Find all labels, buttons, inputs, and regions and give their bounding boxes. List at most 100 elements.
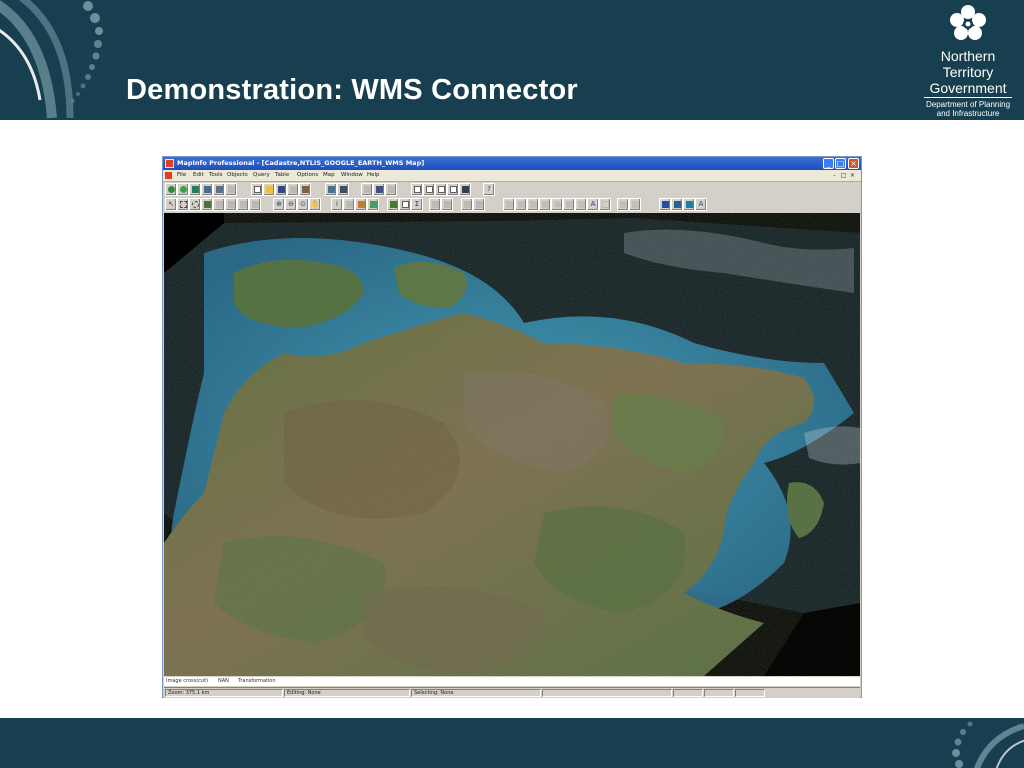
polygon-button[interactable] bbox=[539, 198, 551, 211]
menu-options[interactable]: Options bbox=[297, 171, 318, 180]
window-list-button[interactable] bbox=[447, 183, 459, 196]
menu-file[interactable]: File bbox=[177, 171, 186, 180]
status-editing[interactable]: Editing: None bbox=[284, 689, 410, 697]
line-style-button[interactable] bbox=[671, 198, 683, 211]
rounded-rect-icon bbox=[578, 201, 585, 208]
label-button[interactable] bbox=[355, 198, 367, 211]
info-button[interactable]: i bbox=[331, 198, 343, 211]
sum-button[interactable]: Σ bbox=[411, 198, 423, 211]
status-segment-b bbox=[704, 689, 734, 697]
logo-line-territory: Territory bbox=[942, 64, 994, 80]
polygon-select-icon bbox=[204, 201, 211, 208]
mdi-close-button[interactable]: × bbox=[849, 172, 856, 179]
invert-select-icon bbox=[240, 201, 247, 208]
open-icon bbox=[266, 186, 273, 193]
open-table-button[interactable] bbox=[165, 183, 177, 196]
mapinfo-app-icon bbox=[165, 159, 174, 168]
window-titlebar[interactable]: MapInfo Professional - [Cadastre,NTLIS_G… bbox=[163, 157, 861, 170]
marquee-select-button[interactable] bbox=[177, 198, 189, 211]
mdi-minimize-button[interactable]: - bbox=[831, 172, 838, 179]
arc-button[interactable] bbox=[527, 198, 539, 211]
line-button[interactable] bbox=[503, 198, 515, 211]
graph-button[interactable] bbox=[373, 183, 385, 196]
frame-button[interactable] bbox=[599, 198, 611, 211]
redistrict-button[interactable] bbox=[411, 183, 423, 196]
reshape-button[interactable] bbox=[617, 198, 629, 211]
rectangle-button[interactable] bbox=[563, 198, 575, 211]
thematic-button[interactable] bbox=[429, 198, 441, 211]
clip-region-button[interactable] bbox=[461, 198, 473, 211]
grabber-button[interactable]: ✋ bbox=[309, 198, 321, 211]
print-button[interactable] bbox=[213, 183, 225, 196]
menu-query[interactable]: Query bbox=[253, 171, 270, 180]
minimize-window-button[interactable]: _ bbox=[823, 158, 834, 169]
ellipse-button[interactable] bbox=[551, 198, 563, 211]
map-window-button[interactable] bbox=[361, 183, 373, 196]
help-pointer-button[interactable]: ? bbox=[483, 183, 495, 196]
text-button[interactable]: A bbox=[587, 198, 599, 211]
copy-button[interactable] bbox=[287, 183, 299, 196]
text-style-button[interactable]: A bbox=[695, 198, 707, 211]
mdi-restore-button[interactable]: □ bbox=[840, 172, 847, 179]
tool-manager-button[interactable] bbox=[459, 183, 471, 196]
save-workspace-button[interactable] bbox=[201, 183, 213, 196]
invert-select-button[interactable] bbox=[237, 198, 249, 211]
symbol-style-icon bbox=[662, 201, 669, 208]
slide-title: Demonstration: WMS Connector bbox=[126, 74, 578, 106]
browser-button[interactable] bbox=[337, 183, 349, 196]
save-button[interactable] bbox=[275, 183, 287, 196]
symbol-style-button[interactable] bbox=[659, 198, 671, 211]
new-table-button[interactable] bbox=[177, 183, 189, 196]
menu-window[interactable]: Window bbox=[341, 171, 363, 180]
symbol-button[interactable] bbox=[473, 198, 485, 211]
menu-edit[interactable]: Edit bbox=[193, 171, 204, 180]
window-list-icon bbox=[450, 186, 457, 193]
open-workspace-icon bbox=[192, 186, 199, 193]
polygon-select-button[interactable] bbox=[201, 198, 213, 211]
add-node-button[interactable] bbox=[629, 198, 641, 211]
menu-map[interactable]: Map bbox=[323, 171, 335, 180]
map-view-canvas[interactable] bbox=[164, 213, 860, 676]
legend-create-button[interactable] bbox=[441, 198, 453, 211]
maximize-window-button[interactable]: □ bbox=[835, 158, 846, 169]
layer-button[interactable] bbox=[387, 198, 399, 211]
layout-button[interactable] bbox=[385, 183, 397, 196]
status-zoom[interactable]: Zoom: 375.1 km bbox=[165, 689, 283, 697]
drag-map-button[interactable] bbox=[367, 198, 379, 211]
legend-icon bbox=[438, 186, 445, 193]
region-style-button[interactable] bbox=[683, 198, 695, 211]
menu-tools[interactable]: Tools bbox=[209, 171, 223, 180]
hotlink-icon bbox=[346, 201, 353, 208]
ruler-button[interactable] bbox=[399, 198, 411, 211]
unselect-button[interactable] bbox=[225, 198, 237, 211]
hotlink-button[interactable] bbox=[343, 198, 355, 211]
logo-line-government: Government bbox=[929, 80, 1007, 96]
drag-map-icon bbox=[370, 201, 377, 208]
new-document-button[interactable] bbox=[251, 183, 263, 196]
polyline-button[interactable] bbox=[515, 198, 527, 211]
legend-create-icon bbox=[444, 201, 451, 208]
close-window-button[interactable]: × bbox=[848, 158, 859, 169]
paste-button[interactable] bbox=[299, 183, 311, 196]
logo-line-infrastructure: and Infrastructure bbox=[936, 109, 1000, 118]
open-button[interactable] bbox=[263, 183, 275, 196]
zoom-out-button[interactable]: ⊖ bbox=[285, 198, 297, 211]
menu-objects[interactable]: Objects bbox=[227, 171, 248, 180]
layer-control-button[interactable] bbox=[325, 183, 337, 196]
cut-button[interactable] bbox=[225, 183, 237, 196]
open-workspace-button[interactable] bbox=[189, 183, 201, 196]
boundary-select-button[interactable] bbox=[213, 198, 225, 211]
reshape-icon bbox=[620, 201, 627, 208]
change-view-button[interactable]: ⊙ bbox=[297, 198, 309, 211]
zoom-in-button[interactable]: ⊕ bbox=[273, 198, 285, 211]
rounded-rect-button[interactable] bbox=[575, 198, 587, 211]
graph-select-button[interactable] bbox=[249, 198, 261, 211]
legend-button[interactable] bbox=[435, 183, 447, 196]
select-arrow-button[interactable]: ↖ bbox=[165, 198, 177, 211]
menu-table[interactable]: Table bbox=[275, 171, 289, 180]
thematic-icon bbox=[432, 201, 439, 208]
menu-help[interactable]: Help bbox=[367, 171, 380, 180]
radius-select-button[interactable] bbox=[189, 198, 201, 211]
statistics-button[interactable] bbox=[423, 183, 435, 196]
status-selecting[interactable]: Selecting: None bbox=[411, 689, 541, 697]
